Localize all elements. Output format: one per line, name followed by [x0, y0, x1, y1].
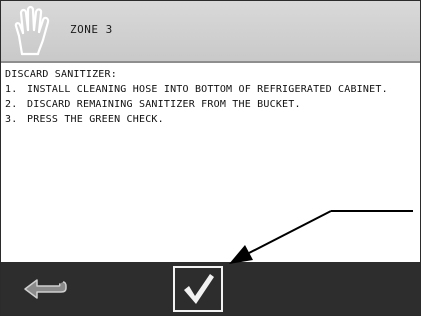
- step-text: DISCARD REMAINING SANITIZER FROM THE BUC…: [27, 99, 301, 110]
- instruction-step-3: 3. PRESS THE GREEN CHECK.: [5, 114, 417, 126]
- instructions-heading: DISCARD SANITIZER:: [5, 69, 117, 80]
- zone-title: ZONE 3: [70, 23, 113, 36]
- step-number: 2.: [5, 99, 18, 110]
- back-arrow-icon: [24, 279, 67, 299]
- back-button[interactable]: [21, 276, 69, 302]
- confirm-check-button[interactable]: [173, 266, 223, 312]
- step-number: 3.: [5, 114, 18, 125]
- header-bar: ZONE 3: [1, 1, 420, 63]
- step-text: PRESS THE GREEN CHECK.: [27, 114, 164, 125]
- instruction-step-2: 2. DISCARD REMAINING SANITIZER FROM THE …: [5, 99, 417, 111]
- step-number: 1.: [5, 84, 18, 95]
- hand-icon: [14, 5, 50, 56]
- control-screen: ZONE 3 DISCARD SANITIZER: 1. INSTALL CLE…: [0, 0, 421, 316]
- checkmark-icon: [184, 274, 214, 304]
- instructions-panel: DISCARD SANITIZER: 1. INSTALL CLEANING H…: [5, 69, 417, 129]
- instruction-step-1: 1. INSTALL CLEANING HOSE INTO BOTTOM OF …: [5, 84, 417, 96]
- step-text: INSTALL CLEANING HOSE INTO BOTTOM OF REF…: [27, 84, 388, 95]
- footer-bar: [1, 262, 420, 315]
